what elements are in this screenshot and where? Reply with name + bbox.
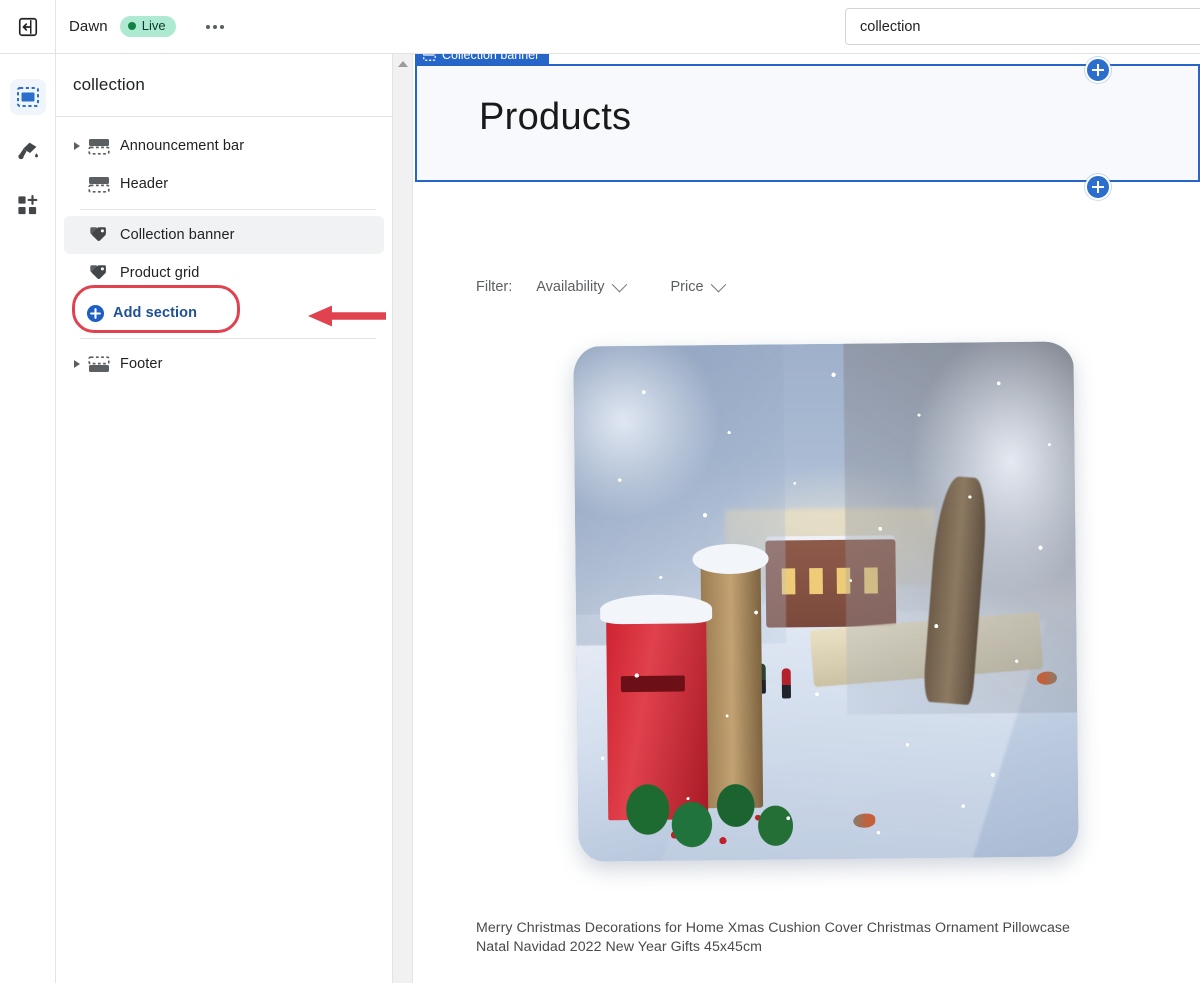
- section-item-footer[interactable]: Footer: [64, 345, 384, 383]
- sidebar-header: collection: [56, 54, 392, 117]
- section-item-label: Product grid: [120, 265, 200, 281]
- paint-brush-icon: [17, 142, 38, 160]
- product-card[interactable]: Merry Christmas Decorations for Home Xma…: [476, 326, 1176, 957]
- sections-icon: [16, 87, 39, 107]
- theme-editor: Dawn Live collection collection Announce…: [0, 0, 1200, 983]
- product-title[interactable]: Merry Christmas Decorations for Home Xma…: [476, 919, 1101, 957]
- filter-label: Filter:: [476, 279, 513, 295]
- exit-editor-button[interactable]: [0, 0, 56, 53]
- add-section-button[interactable]: Add section: [64, 294, 384, 332]
- scene-snowflakes: [573, 341, 1079, 862]
- section-label-text: Collection banner: [442, 54, 540, 62]
- product-image[interactable]: [546, 326, 1106, 901]
- add-section-label: Add section: [113, 305, 198, 321]
- top-bar: Dawn Live collection: [0, 0, 1200, 54]
- storefront-preview: Collection banner Products Filter: Avail…: [413, 54, 1200, 983]
- filter-price[interactable]: Price: [670, 276, 726, 295]
- app-blocks-icon: [18, 194, 38, 214]
- section-item-announcement-bar[interactable]: Announcement bar: [64, 127, 384, 165]
- tags-icon: [86, 225, 112, 245]
- top-bar-left: Dawn Live: [56, 16, 228, 37]
- section-item-label: Footer: [120, 356, 163, 372]
- christmas-cushion-image: [573, 341, 1079, 862]
- divider: [80, 338, 376, 339]
- add-section-wrapper: Add section: [64, 285, 386, 333]
- sidebar-title: collection: [73, 75, 145, 94]
- expand-caret-icon[interactable]: [68, 360, 86, 368]
- section-item-header[interactable]: Header: [64, 165, 384, 203]
- section-item-label: Announcement bar: [120, 138, 245, 154]
- page-picker-value: collection: [860, 18, 921, 35]
- chevron-down-icon: [710, 276, 726, 292]
- status-badge: Live: [119, 16, 176, 37]
- filter-availability[interactable]: Availability: [536, 276, 627, 295]
- divider: [80, 209, 376, 210]
- circle-plus-icon: [86, 304, 105, 322]
- status-badge-label: Live: [141, 18, 166, 33]
- expand-caret-icon[interactable]: [68, 142, 86, 150]
- dot-icon: [219, 24, 224, 29]
- chevron-down-icon: [611, 276, 627, 292]
- dot-icon: [212, 24, 217, 29]
- rail-item-sections[interactable]: [9, 79, 46, 115]
- section-item-collection-banner[interactable]: Collection banner: [64, 216, 384, 254]
- exit-to-app-icon: [18, 17, 37, 36]
- rail-item-theme-settings[interactable]: [10, 133, 46, 169]
- filter-price-label: Price: [670, 279, 704, 295]
- add-block-above-button[interactable]: [1085, 57, 1111, 83]
- rail-item-app-embeds[interactable]: [10, 187, 46, 223]
- preview-filter-row: Filter: Availability Price: [476, 276, 770, 295]
- page-picker[interactable]: collection: [845, 8, 1200, 45]
- header-icon: [86, 176, 112, 193]
- dot-icon: [205, 24, 210, 29]
- sidebar-scrollbar[interactable]: [393, 54, 413, 983]
- scroll-up-arrow-icon[interactable]: [398, 61, 408, 67]
- editor-body: collection Announcement bar Header Colle…: [0, 54, 1200, 983]
- more-actions-button[interactable]: [202, 19, 228, 35]
- section-list: Announcement bar Header Collection banne…: [56, 117, 392, 983]
- preview-banner-title: Products: [479, 96, 632, 138]
- tags-icon: [86, 263, 112, 283]
- icon-rail: [0, 54, 56, 983]
- section-tab-icon: [423, 54, 436, 61]
- announcement-bar-icon: [86, 138, 112, 155]
- section-item-label: Header: [120, 176, 169, 192]
- status-dot-icon: [127, 22, 136, 30]
- section-item-label: Collection banner: [120, 227, 235, 243]
- section-item-product-grid[interactable]: Product grid: [64, 254, 384, 292]
- theme-name: Dawn: [69, 18, 108, 35]
- preview-collection-banner-section[interactable]: Collection banner Products: [415, 54, 1200, 200]
- footer-icon: [86, 355, 112, 373]
- add-block-below-button[interactable]: [1085, 174, 1111, 200]
- filter-availability-label: Availability: [536, 279, 605, 295]
- sections-sidebar: collection Announcement bar Header Colle…: [56, 54, 393, 983]
- section-label-tab: Collection banner: [415, 54, 550, 65]
